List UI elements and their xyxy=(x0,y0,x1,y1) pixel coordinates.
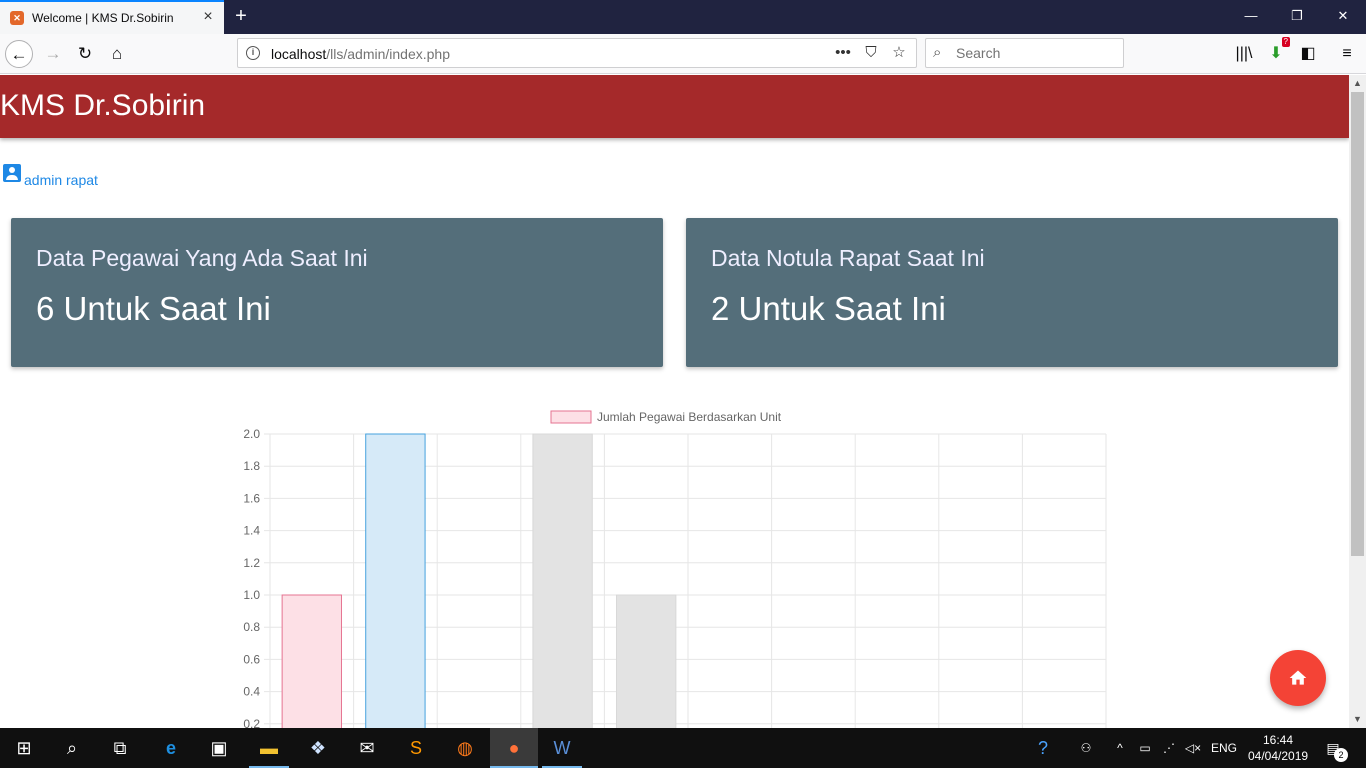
app-header: KMS Dr.Sobirin xyxy=(0,75,1349,138)
mail-icon[interactable]: ✉ xyxy=(343,728,391,768)
chart-bar xyxy=(365,433,426,728)
search-icon: ⌕ xyxy=(933,44,942,61)
restore-icon[interactable]: ❐ xyxy=(1274,0,1320,32)
reload-icon[interactable]: ↻ xyxy=(71,40,99,68)
action-center-icon[interactable]: ▤ 2 xyxy=(1320,736,1348,762)
firefox-icon[interactable]: ● xyxy=(490,728,538,768)
menu-icon[interactable]: ≡ xyxy=(1335,42,1359,66)
store-icon[interactable]: ▣ xyxy=(195,728,243,768)
y-tick-label: 0.8 xyxy=(243,620,260,634)
legend-swatch xyxy=(550,410,592,424)
volume-muted-icon[interactable]: ◁× xyxy=(1182,728,1204,768)
scroll-down-icon[interactable]: ▼ xyxy=(1349,711,1366,728)
search-bar[interactable]: ⌕ xyxy=(925,38,1124,68)
chart-bar xyxy=(281,594,342,728)
browser-tab-active[interactable]: ✕ Welcome | KMS Dr.Sobirin × xyxy=(0,0,224,34)
card-value: 6 Untuk Saat Ini xyxy=(36,290,271,327)
new-tab-button[interactable]: + xyxy=(230,5,252,27)
search-input[interactable] xyxy=(956,45,1116,61)
minimize-icon[interactable]: — xyxy=(1228,0,1274,32)
scroll-up-icon[interactable]: ▲ xyxy=(1349,75,1366,92)
chart-bar xyxy=(616,594,677,728)
battery-icon[interactable]: ▭ xyxy=(1134,728,1156,768)
library-icon[interactable]: |||\ xyxy=(1232,42,1256,66)
y-tick-label: 0.4 xyxy=(243,685,260,699)
y-tick-label: 1.6 xyxy=(243,491,260,505)
card-label: Data Notula Rapat Saat Ini xyxy=(711,245,985,271)
windows-taskbar: ⊞ ⌕ ⧉ e ▣ ▬ ❖ ✉ S ◍ ● W ? ⚇ ^ ▭ ⋰ ◁× ENG… xyxy=(0,728,1366,768)
site-info-icon[interactable]: i xyxy=(246,46,260,60)
card-value: 2 Untuk Saat Ini xyxy=(711,290,946,327)
account-box-icon xyxy=(3,164,21,182)
tab-close-icon[interactable]: × xyxy=(199,8,217,26)
y-tick-label: 0.2 xyxy=(243,717,260,728)
clock-date: 04/04/2019 xyxy=(1248,749,1309,763)
meeting-notes-card: Data Notula Rapat Saat Ini 2 Untuk Saat … xyxy=(686,218,1338,367)
download-badge: ? xyxy=(1281,37,1290,47)
url-text[interactable]: localhost/lls/admin/index.php xyxy=(271,46,450,62)
taskbar-clock[interactable]: 16:44 04/04/2019 xyxy=(1248,732,1308,764)
clock-time: 16:44 xyxy=(1262,733,1294,747)
page-scrollbar[interactable]: ▲ ▼ xyxy=(1349,75,1366,728)
employee-count-card: Data Pegawai Yang Ada Saat Ini 6 Untuk S… xyxy=(11,218,663,367)
notification-count: 2 xyxy=(1334,748,1348,762)
y-tick-label: 0.6 xyxy=(243,652,260,666)
home-fab-button[interactable] xyxy=(1270,650,1326,706)
y-tick-label: 1.0 xyxy=(243,588,260,602)
task-view-icon[interactable]: ⧉ xyxy=(96,728,144,768)
bookmark-star-icon[interactable]: ☆ xyxy=(888,42,910,64)
people-icon[interactable]: ⚇ xyxy=(1074,728,1098,768)
taskbar-search-icon[interactable]: ⌕ xyxy=(48,728,96,768)
browser-navbar: ← → ↻ ⌂ i localhost/lls/admin/index.php … xyxy=(0,34,1366,74)
tab-title: Welcome | KMS Dr.Sobirin xyxy=(32,11,174,25)
home-icon[interactable]: ⌂ xyxy=(103,40,131,68)
y-tick-label: 1.4 xyxy=(243,524,260,538)
chart-bar xyxy=(532,433,593,728)
xampp-favicon-icon: ✕ xyxy=(10,11,24,25)
app-title[interactable]: KMS Dr.Sobirin xyxy=(0,89,205,123)
file-explorer-icon[interactable]: ▬ xyxy=(245,728,293,768)
y-tick-label: 2.0 xyxy=(243,427,260,441)
language-indicator[interactable]: ENG xyxy=(1208,728,1240,768)
page-viewport: KMS Dr.Sobirin admin rapat Data Pegawai … xyxy=(0,75,1349,728)
help-icon[interactable]: ? xyxy=(1030,728,1056,768)
page-actions-icon[interactable]: ••• xyxy=(832,42,854,64)
bar-chart: Jumlah Pegawai Berdasarkan Unit 2.0 1.8 1.6… xyxy=(243,410,1107,728)
pocket-icon[interactable]: ⛉ xyxy=(860,42,882,64)
word-icon[interactable]: W xyxy=(538,728,586,768)
card-label: Data Pegawai Yang Ada Saat Ini xyxy=(36,245,368,271)
dropbox-icon[interactable]: ❖ xyxy=(294,728,342,768)
sublime-text-icon[interactable]: S xyxy=(392,728,440,768)
legend-label: Jumlah Pegawai Berdasarkan Unit xyxy=(597,410,782,424)
forward-arrow-icon[interactable]: → xyxy=(39,40,67,68)
sidebar-toggle-icon[interactable]: ◧ xyxy=(1296,42,1320,66)
uc-browser-icon[interactable]: ◍ xyxy=(441,728,489,768)
scrollbar-thumb[interactable] xyxy=(1351,92,1364,556)
browser-titlebar: ✕ Welcome | KMS Dr.Sobirin × + — ❐ ✕ xyxy=(0,0,1366,34)
y-tick-label: 1.8 xyxy=(243,459,260,473)
y-tick-label: 1.2 xyxy=(243,556,260,570)
edge-icon[interactable]: e xyxy=(147,728,195,768)
tray-chevron-icon[interactable]: ^ xyxy=(1110,728,1130,768)
download-icon[interactable]: ⬇? xyxy=(1264,37,1290,66)
windows-start-icon[interactable]: ⊞ xyxy=(0,728,48,768)
back-arrow-icon[interactable]: ← xyxy=(5,40,33,68)
wifi-icon[interactable]: ⋰ xyxy=(1158,728,1180,768)
window-close-icon[interactable]: ✕ xyxy=(1320,0,1366,32)
url-bar[interactable]: i localhost/lls/admin/index.php ••• ⛉ ☆ xyxy=(237,38,917,68)
user-name[interactable]: admin rapat xyxy=(24,172,98,188)
home-icon xyxy=(1289,670,1307,685)
